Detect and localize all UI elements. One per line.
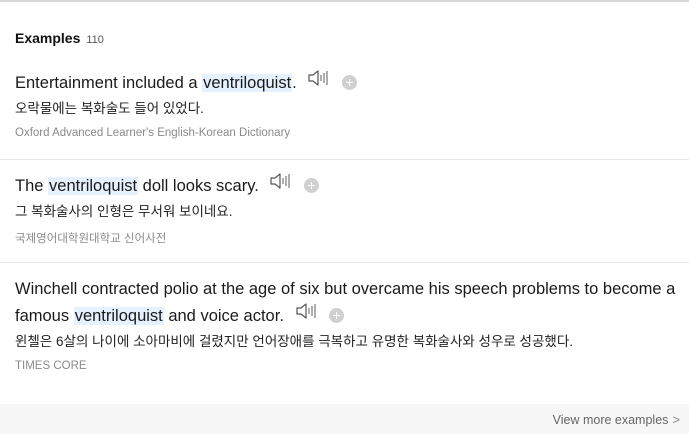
top-divider bbox=[0, 0, 689, 2]
example-translation: 오락물에는 복화술도 들어 있었다. bbox=[15, 101, 204, 116]
keyword-highlight[interactable]: ventriloquist bbox=[202, 74, 293, 92]
add-to-wordbook-icon[interactable] bbox=[304, 177, 320, 193]
examples-count: 110 bbox=[86, 34, 104, 46]
example-translation: 그 복화술사의 인형은 무서워 보이네요. bbox=[15, 204, 233, 219]
examples-title: Examples bbox=[15, 30, 81, 46]
example-item: Winchell contracted polio at the age of … bbox=[0, 276, 689, 386]
sentence-text: Entertainment included a bbox=[15, 74, 203, 92]
chevron-right-icon: > bbox=[672, 412, 680, 427]
speaker-icon[interactable] bbox=[307, 69, 329, 96]
add-to-wordbook-icon[interactable] bbox=[329, 307, 345, 323]
examples-panel: Examples 110 Entertainment included a ve… bbox=[0, 0, 689, 434]
example-source[interactable]: TIMES CORE bbox=[15, 360, 685, 372]
example-item: Entertainment included a ventriloquist. … bbox=[0, 70, 689, 160]
example-item: The ventriloquist doll looks scary. 그 복화… bbox=[0, 173, 689, 263]
view-more-examples-link[interactable]: View more examples > bbox=[553, 412, 680, 427]
examples-footer: View more examples > bbox=[0, 404, 689, 434]
example-sentence: Entertainment included a ventriloquist. bbox=[15, 70, 685, 97]
speaker-icon[interactable] bbox=[269, 172, 291, 199]
speaker-icon[interactable] bbox=[295, 302, 317, 329]
example-source[interactable]: Oxford Advanced Learner's English-Korean… bbox=[15, 127, 685, 139]
example-sentence: Winchell contracted polio at the age of … bbox=[15, 276, 685, 330]
view-more-label: View more examples bbox=[552, 412, 669, 427]
example-sentence: The ventriloquist doll looks scary. bbox=[15, 173, 685, 200]
keyword-highlight[interactable]: ventriloquist bbox=[48, 177, 139, 195]
example-source[interactable]: 국제영어대학원대학교 신어사전 bbox=[15, 230, 685, 246]
sentence-text: doll looks scary. bbox=[138, 177, 259, 195]
example-translation: 윈첼은 6살의 나이에 소아마비에 걸렸지만 언어장애를 극복하고 유명한 복화… bbox=[15, 334, 573, 349]
add-to-wordbook-icon[interactable] bbox=[341, 74, 357, 90]
sentence-text: and voice actor. bbox=[163, 307, 284, 325]
examples-header: Examples 110 bbox=[15, 30, 104, 46]
sentence-text: . bbox=[292, 74, 297, 92]
sentence-text: The bbox=[15, 177, 49, 195]
keyword-highlight[interactable]: ventriloquist bbox=[73, 307, 164, 325]
